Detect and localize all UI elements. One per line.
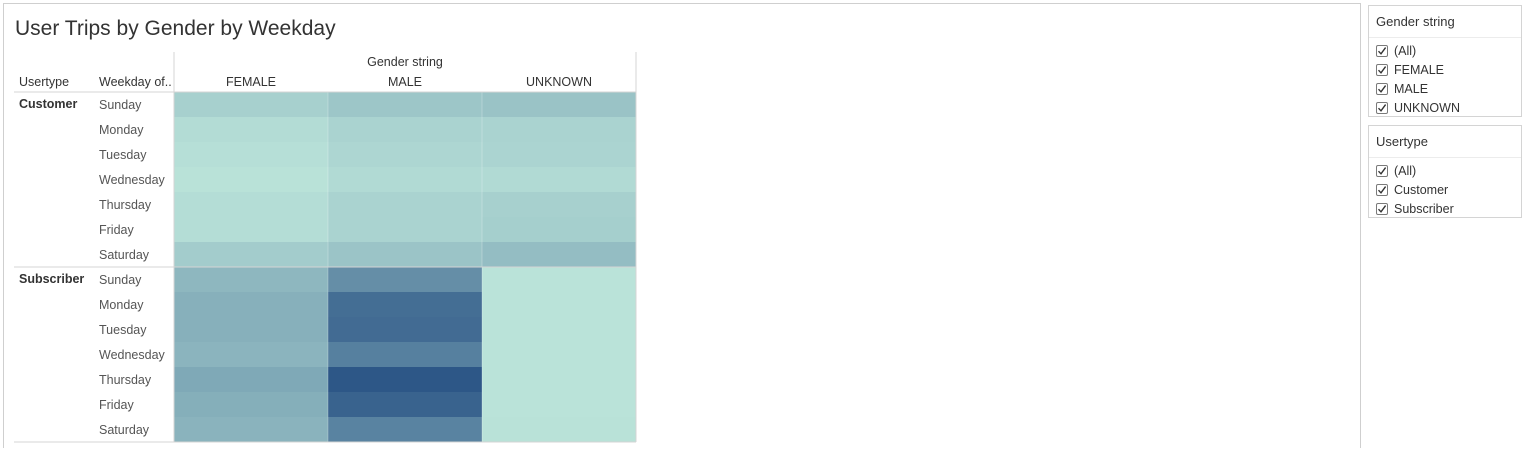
heatmap-cell xyxy=(328,117,482,142)
heatmap-cell xyxy=(482,342,636,367)
heatmap-cell xyxy=(482,392,636,417)
heatmap-cell xyxy=(328,317,482,342)
column-field-label: Gender string xyxy=(367,55,443,69)
heatmap-cell xyxy=(482,142,636,167)
heatmap-cell xyxy=(482,217,636,242)
gender-filter-title: Gender string xyxy=(1376,14,1455,29)
usertype-filter-panel: Usertype (All) Customer Subscriber xyxy=(1368,125,1522,218)
heatmap-cell xyxy=(482,367,636,392)
heatmap-cell xyxy=(482,192,636,217)
heatmap-cell xyxy=(328,167,482,192)
row-field-label-weekday: Weekday of.. xyxy=(99,75,172,89)
column-header-male: MALE xyxy=(388,75,422,89)
usertype-option-all[interactable]: (All) xyxy=(1376,162,1416,179)
usertype-option-subscriber[interactable]: Subscriber xyxy=(1376,200,1454,217)
usertype-option-label: Customer xyxy=(1394,182,1449,197)
gender-option-female[interactable]: FEMALE xyxy=(1376,61,1444,78)
gender-option-label: MALE xyxy=(1394,81,1429,96)
checkbox-icon[interactable] xyxy=(1376,202,1388,215)
gender-option-label: (All) xyxy=(1394,43,1417,58)
checkbox-icon[interactable] xyxy=(1376,63,1388,76)
gender-option-label: FEMALE xyxy=(1394,62,1445,77)
heatmap-cell xyxy=(174,392,328,417)
heatmap-cell xyxy=(482,292,636,317)
column-header-unknown: UNKNOWN xyxy=(526,75,592,89)
weekday-label: Tuesday xyxy=(99,148,147,162)
heatmap-cell xyxy=(174,167,328,192)
weekday-label: Wednesday xyxy=(99,173,166,187)
heatmap-cell xyxy=(174,367,328,392)
heatmap-cell xyxy=(482,417,636,442)
usertype-option-customer[interactable]: Customer xyxy=(1376,181,1448,198)
weekday-label: Thursday xyxy=(99,198,152,212)
heatmap-cell xyxy=(174,192,328,217)
weekday-label: Monday xyxy=(99,123,144,137)
heatmap-cell xyxy=(482,242,636,267)
weekday-label: Tuesday xyxy=(99,323,147,337)
heatmap-cell xyxy=(174,292,328,317)
heatmap-cell xyxy=(328,342,482,367)
divider xyxy=(1369,37,1521,38)
checkbox-icon[interactable] xyxy=(1376,183,1388,196)
gender-option-unknown[interactable]: UNKNOWN xyxy=(1376,99,1460,116)
heatmap-cell xyxy=(482,167,636,192)
weekday-label: Saturday xyxy=(99,248,150,262)
heatmap-cell xyxy=(174,117,328,142)
weekday-label: Sunday xyxy=(99,273,142,287)
usertype-filter-title: Usertype xyxy=(1376,134,1429,149)
weekday-label: Thursday xyxy=(99,373,152,387)
gender-filter-panel: Gender string (All) FEMALE MALE UNKNOWN xyxy=(1368,5,1522,117)
heatmap-cell xyxy=(328,217,482,242)
usertype-label-subscriber: Subscriber xyxy=(19,272,84,286)
checkbox-icon[interactable] xyxy=(1376,44,1388,57)
gender-option-label: UNKNOWN xyxy=(1394,100,1460,115)
heatmap-cell xyxy=(328,292,482,317)
heatmap-cell xyxy=(328,367,482,392)
heatmap-cell xyxy=(174,217,328,242)
gender-option-all[interactable]: (All) xyxy=(1376,42,1416,59)
weekday-label: Friday xyxy=(99,398,134,412)
weekday-label: Monday xyxy=(99,298,144,312)
weekday-label: Wednesday xyxy=(99,348,166,362)
heatmap-cell xyxy=(482,92,636,117)
heatmap-cell xyxy=(174,342,328,367)
heatmap-cell xyxy=(328,417,482,442)
heatmap-cell xyxy=(174,92,328,117)
heatmap-cell xyxy=(482,267,636,292)
checkbox-icon[interactable] xyxy=(1376,82,1388,95)
viz-area: User Trips by Gender by Weekday Gender s… xyxy=(3,3,1361,448)
heatmap-cell xyxy=(328,142,482,167)
divider xyxy=(1369,157,1521,158)
weekday-label: Saturday xyxy=(99,423,150,437)
checkbox-icon[interactable] xyxy=(1376,101,1388,114)
weekday-label: Friday xyxy=(99,223,134,237)
usertype-option-label: Subscriber xyxy=(1394,201,1454,216)
heatmap-cell xyxy=(482,117,636,142)
usertype-label-customer: Customer xyxy=(19,97,77,111)
heatmap-cell xyxy=(174,242,328,267)
heatmap-cell xyxy=(174,142,328,167)
heatmap-cell xyxy=(482,317,636,342)
usertype-option-label: (All) xyxy=(1394,163,1417,178)
column-header-female: FEMALE xyxy=(226,75,276,89)
heatmap-cell xyxy=(328,92,482,117)
heatmap-cell xyxy=(328,392,482,417)
row-field-label-usertype: Usertype xyxy=(19,75,69,89)
heatmap-cell xyxy=(174,267,328,292)
heatmap-cell xyxy=(328,192,482,217)
heatmap-cell xyxy=(328,242,482,267)
gender-option-male[interactable]: MALE xyxy=(1376,80,1428,97)
heatmap-chart: Gender string FEMALE MALE UNKNOWN Usertype We… xyxy=(14,52,637,443)
checkbox-icon[interactable] xyxy=(1376,164,1388,177)
heatmap-cell xyxy=(174,317,328,342)
heatmap-cell xyxy=(174,417,328,442)
weekday-label: Sunday xyxy=(99,98,142,112)
heatmap-cell xyxy=(328,267,482,292)
